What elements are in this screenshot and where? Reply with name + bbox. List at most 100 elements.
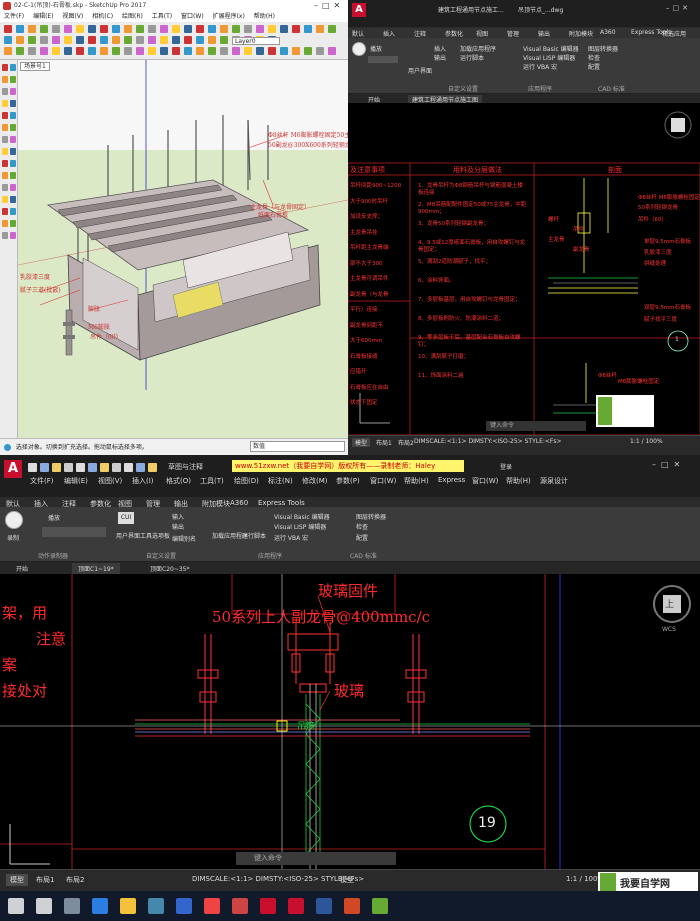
toolbar-tool-icon[interactable]	[172, 36, 180, 44]
info-icon[interactable]	[4, 444, 11, 451]
toolbar-tool-icon[interactable]	[40, 47, 48, 55]
toolbar-tool-icon[interactable]	[124, 36, 132, 44]
config-button[interactable]: 配置	[588, 62, 600, 71]
check-button[interactable]: 检查	[588, 53, 600, 62]
tab-model[interactable]: 模型	[6, 874, 28, 886]
vba-editor-button[interactable]: Visual Basic 编辑器	[274, 512, 330, 521]
zoom-level[interactable]: 1:1 / 100%	[630, 438, 663, 445]
toolbar-tool-icon[interactable]	[292, 25, 300, 33]
left-tool-icon[interactable]	[2, 196, 8, 203]
toolbar-tool-icon[interactable]	[40, 25, 48, 33]
window-controls[interactable]: –□✕	[314, 0, 348, 12]
toolbar-tool-icon[interactable]	[196, 36, 204, 44]
menu-view[interactable]: 视图(V)	[62, 13, 83, 20]
toolbar-tool-icon[interactable]	[304, 25, 312, 33]
toolbar-tool-icon[interactable]	[172, 47, 180, 55]
workspace-dropdown[interactable]: 草图与注释	[168, 462, 203, 472]
start-icon[interactable]	[8, 898, 24, 914]
layer-dropdown[interactable]: Layer0	[232, 37, 280, 45]
edge-icon[interactable]	[92, 898, 108, 914]
menu-item[interactable]: 修改(M)	[302, 476, 328, 486]
menu-window[interactable]: 窗口(W)	[181, 13, 204, 20]
left-tool-icon[interactable]	[10, 76, 16, 83]
menu-item[interactable]: 帮助(H)	[404, 476, 429, 486]
left-tool-icon[interactable]	[2, 124, 8, 131]
toolbar-tool-icon[interactable]	[124, 25, 132, 33]
toolbar-tool-icon[interactable]	[28, 36, 36, 44]
quick-access-icon[interactable]	[76, 463, 85, 472]
menu-item[interactable]: 绘图(D)	[234, 476, 259, 486]
menu-item[interactable]: 窗口(W)	[370, 476, 396, 486]
ribbon-tab[interactable]: 管理	[507, 29, 519, 38]
toolbar-tool-icon[interactable]	[52, 25, 60, 33]
run-vba-button[interactable]: 运行 VBA 宏	[523, 62, 557, 71]
toolbar-tool-icon[interactable]	[244, 47, 252, 55]
ribbon-tab[interactable]: A360	[600, 29, 616, 36]
toolbar-tool-icon[interactable]	[100, 25, 108, 33]
toolbar-tool-icon[interactable]	[76, 36, 84, 44]
cui-button[interactable]: 用户界面	[408, 66, 432, 75]
chrome-icon[interactable]	[204, 898, 220, 914]
tab-layout2[interactable]: 布局2	[66, 875, 84, 885]
toolbar-tool-icon[interactable]	[4, 36, 12, 44]
toolbar-tool-icon[interactable]	[160, 36, 168, 44]
ribbon-tab[interactable]: A360	[230, 499, 248, 507]
tool-palettes-button[interactable]: 工具选项板	[140, 531, 170, 540]
toolbar-tool-icon[interactable]	[100, 47, 108, 55]
toolbar-tool-icon[interactable]	[232, 47, 240, 55]
toolbar-tool-icon[interactable]	[280, 25, 288, 33]
quick-access-icon[interactable]	[112, 463, 121, 472]
toolbar-tool-icon[interactable]	[88, 47, 96, 55]
doc-tab-c20[interactable]: 顶面C20~35*	[150, 564, 190, 573]
model-space-button[interactable]: 模型	[340, 875, 354, 885]
sketchup-icon[interactable]	[232, 898, 248, 914]
left-tool-icon[interactable]	[2, 232, 8, 239]
left-tool-icon[interactable]	[2, 100, 8, 107]
left-tool-icon[interactable]	[10, 196, 16, 203]
quick-access-icon[interactable]	[64, 463, 73, 472]
edit-alias-button[interactable]: 编辑别名	[172, 534, 196, 543]
toolbar-tool-icon[interactable]	[76, 25, 84, 33]
explorer-icon[interactable]	[120, 898, 136, 914]
menu-help[interactable]: 帮助(H)	[254, 13, 275, 20]
toolbar-tool-icon[interactable]	[196, 47, 204, 55]
title-tab-2[interactable]: 吊顶节点_...dwg	[518, 5, 563, 14]
toolbar-tool-icon[interactable]	[40, 36, 48, 44]
quick-access-icon[interactable]	[148, 463, 157, 472]
toolbar-tool-icon[interactable]	[64, 25, 72, 33]
left-tool-icon[interactable]	[10, 160, 16, 167]
load-app-button[interactable]: 加载应用程序	[460, 44, 496, 53]
toolbar-tool-icon[interactable]	[28, 47, 36, 55]
ribbon-tab[interactable]: 参数化	[445, 29, 463, 38]
left-tool-icon[interactable]	[10, 208, 16, 215]
measurements-box[interactable]: 数值	[250, 441, 345, 452]
config-button[interactable]: 配置	[356, 533, 368, 542]
scene-tab[interactable]: 场景号1	[20, 62, 50, 71]
autocad-logo-icon[interactable]: A	[352, 3, 366, 17]
toolbar-tool-icon[interactable]	[88, 25, 96, 33]
toolbar-tool-icon[interactable]	[328, 25, 336, 33]
menu-item[interactable]: 视图(V)	[98, 476, 122, 486]
left-tool-icon[interactable]	[2, 136, 8, 143]
wcs-label[interactable]: WCS	[662, 626, 676, 633]
left-tool-icon[interactable]	[2, 88, 8, 95]
macro-dropdown[interactable]	[368, 56, 398, 63]
left-tool-icon[interactable]	[2, 160, 8, 167]
left-tool-icon[interactable]	[2, 208, 8, 215]
toolbar-tool-icon[interactable]	[220, 36, 228, 44]
ribbon-tab[interactable]: 视图	[476, 29, 488, 38]
menu-item[interactable]: 格式(O)	[166, 476, 191, 486]
left-tool-icon[interactable]	[10, 172, 16, 179]
left-tool-icon[interactable]	[2, 64, 8, 71]
left-tool-icon[interactable]	[10, 220, 16, 227]
ribbon-tab[interactable]: 输出	[538, 29, 550, 38]
toolbar-tool-icon[interactable]	[196, 25, 204, 33]
toolbar-tool-icon[interactable]	[148, 36, 156, 44]
menu-tools[interactable]: 工具(T)	[152, 13, 172, 20]
toolbar-tool-icon[interactable]	[244, 25, 252, 33]
ribbon-tab[interactable]: 默认	[352, 29, 364, 38]
taskview-icon[interactable]	[64, 898, 80, 914]
record-icon[interactable]	[5, 511, 23, 529]
toolbar-tool-icon[interactable]	[4, 47, 12, 55]
toolbar-tool-icon[interactable]	[220, 47, 228, 55]
